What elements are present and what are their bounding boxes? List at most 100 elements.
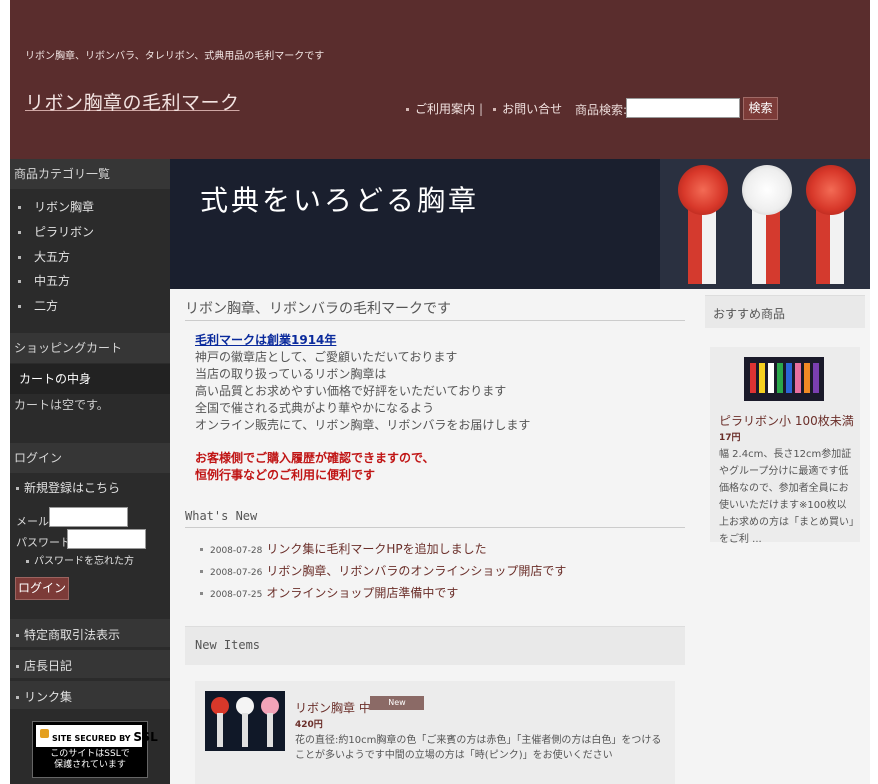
ribbon-strip — [242, 713, 248, 747]
nav-link-contact[interactable]: お問い合せ — [502, 102, 562, 116]
ssl-badge[interactable]: SITE SECURED BY SSL このサイトはSSLで 保護されています — [32, 721, 158, 778]
forgot-password-link[interactable]: パスワードを忘れた方 — [34, 556, 134, 567]
search-button[interactable]: 検索 — [743, 97, 778, 120]
intro-line: 全国で催される式典がより華やかになるよう — [195, 401, 435, 415]
ribbon-strip — [813, 363, 819, 393]
nav-separator: | — [479, 102, 484, 116]
rose-flower — [806, 165, 856, 215]
ribbon-strip — [217, 713, 223, 747]
notice-line: 恒例行事などのご利用に便利です — [195, 468, 376, 482]
rose-flower — [678, 165, 728, 215]
email-label: メール: — [16, 515, 53, 528]
category-link[interactable]: リボン胸章 — [34, 200, 94, 214]
product-thumbnail[interactable] — [205, 691, 285, 751]
lock-icon — [40, 729, 49, 738]
bullet-icon — [200, 570, 203, 573]
product-price: 420円 — [295, 720, 323, 730]
news-item: 2008-07-25 オンラインショップ開店準備中です — [200, 584, 458, 601]
ribbon-strip — [752, 209, 766, 284]
recommend-price: 17円 — [719, 433, 741, 443]
sidebar-link[interactable]: 店長日記 — [24, 659, 72, 673]
categories-heading: 商品カテゴリ一覧 — [10, 159, 170, 189]
sidebar-item-daigohou[interactable]: 大五方 — [18, 248, 70, 265]
recommend-link[interactable]: ピラリボン小 100枚未満 — [719, 414, 854, 428]
banner-text: 式典をいろどる胸章 — [200, 184, 480, 217]
rose-flower — [742, 165, 792, 215]
new-items-header: New Items — [185, 626, 685, 665]
ribbon-strip — [702, 209, 716, 284]
email-field[interactable] — [49, 507, 128, 527]
category-link[interactable]: 大五方 — [34, 250, 70, 264]
ssl-badge-top: SITE SECURED BY SSL — [36, 725, 158, 747]
bullet-icon — [18, 305, 21, 308]
main-content: リボン胸章、リボンバラの毛利マークです 毛利マークは創業1914年 神戸の徽章店… — [170, 289, 705, 784]
recommend-description: 幅 2.4cm、長さ12cm参加証やグループ分けに最適です低価格なので、参加者全… — [719, 449, 854, 545]
login-button[interactable]: ログイン — [15, 577, 69, 600]
ssl-big-text: SSL — [133, 730, 158, 744]
rosette-image — [660, 159, 870, 289]
sidebar-item-tokushoho[interactable]: 特定商取引法表示 — [16, 626, 120, 643]
ribbon-strip — [759, 363, 765, 393]
nav-link-guide[interactable]: ご利用案内 — [415, 102, 475, 116]
news-date: 2008-07-26 — [210, 568, 263, 578]
news-item: 2008-07-26 リボン胸章、リボンバラのオンラインショップ開店です — [200, 562, 566, 579]
sidebar-item-chugohou[interactable]: 中五方 — [18, 272, 70, 289]
ssl-badge-title: SITE SECURED BY SSL — [52, 730, 158, 744]
recommend-name: ピラリボン小 100枚未満 — [719, 412, 854, 429]
recommend-heading: おすすめ商品 — [713, 307, 786, 321]
ribbon-strip — [750, 363, 756, 393]
bullet-icon — [16, 665, 19, 668]
sidebar-item-diary[interactable]: 店長日記 — [16, 657, 72, 674]
forgot-password-item[interactable]: パスワードを忘れた方 — [26, 552, 134, 567]
news-link[interactable]: リンク集に毛利マークHPを追加しました — [266, 542, 486, 556]
ribbon-strip — [830, 209, 844, 284]
intro-line: オンライン販売にて、リボン胸章、リボンバラをお届けします — [195, 418, 531, 432]
ssl-line: このサイトはSSLで — [50, 749, 130, 759]
category-link[interactable]: 二方 — [34, 299, 58, 313]
ribbon-strip — [816, 209, 830, 284]
sidebar-item-nihou[interactable]: 二方 — [18, 297, 58, 314]
site-tagline: リボン胸章、リボンバラ、タレリボン、式典用品の毛利マークです — [25, 51, 325, 62]
sidebar-item-pira-ribbon[interactable]: ピラリボン — [18, 223, 94, 240]
news-link[interactable]: リボン胸章、リボンバラのオンラインショップ開店です — [266, 564, 566, 578]
ribbon-strip — [766, 209, 780, 284]
news-link[interactable]: オンラインショップ開店準備中です — [266, 586, 458, 600]
bullet-icon — [26, 559, 29, 563]
hero-banner: 式典をいろどる胸章 — [170, 159, 870, 289]
product-card: リボン胸章 中 New 420円 花の直径:約10cm胸章の色「ご来賓の方は赤色… — [195, 681, 675, 784]
bullet-icon — [18, 256, 21, 259]
recommend-header: おすすめ商品 — [705, 295, 865, 328]
product-description: 花の直径:約10cm胸章の色「ご来賓の方は赤色」「主催者側の方は白色」をつけるこ… — [295, 735, 662, 761]
bullet-icon — [16, 487, 19, 490]
bullet-icon — [16, 696, 19, 699]
register-link[interactable]: 新規登録はこちら — [24, 481, 120, 495]
ribbon-strip — [768, 363, 774, 393]
ribbon-strip — [804, 363, 810, 393]
intro-line: 当店の取り扱っているリボン胸章は — [195, 367, 387, 381]
sidebar-link[interactable]: リンク集 — [24, 690, 72, 704]
site-title-link[interactable]: リボン胸章の毛利マーク — [25, 88, 240, 115]
sidebar-item-links[interactable]: リンク集 — [16, 688, 72, 705]
new-badge: New — [370, 696, 424, 710]
new-items-heading: New Items — [195, 638, 261, 652]
cart-content-link[interactable]: カートの中身 — [10, 364, 170, 394]
founded-link[interactable]: 毛利マークは創業1914年 — [195, 331, 336, 348]
login-heading: ログイン — [10, 443, 170, 473]
category-link[interactable]: 中五方 — [34, 274, 70, 288]
bullet-icon — [200, 548, 203, 551]
ribbon-strips-image[interactable] — [744, 357, 824, 401]
sidebar-link[interactable]: 特定商取引法表示 — [24, 628, 120, 642]
ssl-badge-caption: このサイトはSSLで 保護されています — [33, 749, 147, 771]
bullet-icon — [406, 108, 409, 111]
category-link[interactable]: ピラリボン — [34, 225, 94, 239]
password-field[interactable] — [67, 529, 146, 549]
product-link[interactable]: リボン胸章 中 — [295, 701, 371, 715]
search-input[interactable] — [626, 98, 740, 118]
divider — [185, 320, 685, 321]
register-item[interactable]: 新規登録はこちら — [16, 479, 120, 496]
sidebar-item-ribbon-badge[interactable]: リボン胸章 — [18, 198, 94, 215]
ribbon-strip — [688, 209, 702, 284]
bullet-icon — [18, 231, 21, 234]
password-label: パスワード: — [16, 536, 75, 549]
page-wrapper: リボン胸章、リボンバラ、タレリボン、式典用品の毛利マークです リボン胸章の毛利マ… — [10, 0, 870, 784]
